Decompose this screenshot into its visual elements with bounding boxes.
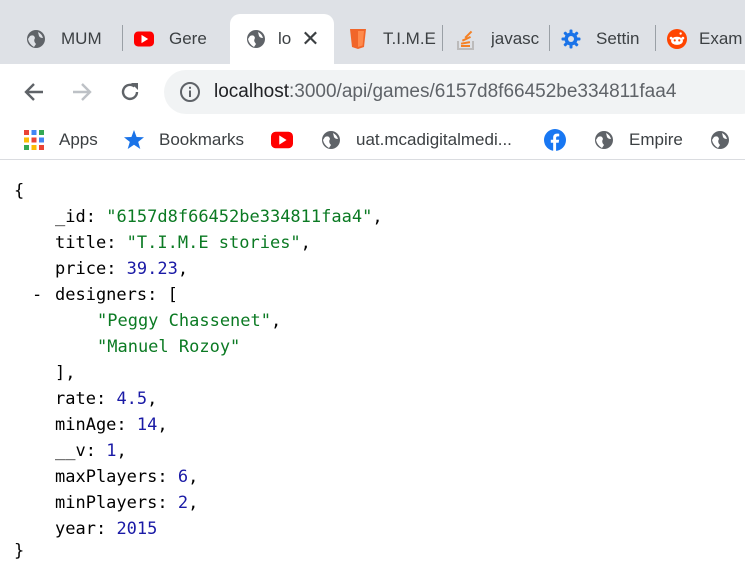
json-string-value: "Manuel Rozoy" (97, 337, 241, 357)
html5-icon (348, 29, 368, 49)
globe-icon (246, 29, 266, 49)
tab-label: MUM (61, 29, 102, 48)
reload-icon (121, 83, 139, 101)
tab-localhost-active[interactable]: lo ✕ (230, 14, 334, 64)
reddit-icon (667, 29, 687, 49)
json-key: price (55, 259, 107, 279)
json-row-year: year: 2015 (55, 519, 158, 539)
json-array-close: ], (55, 363, 76, 383)
bookmark-label: Apps (59, 130, 98, 149)
bookmark-label: Empire (629, 130, 683, 149)
tab-label: Exam (699, 29, 743, 48)
facebook-icon (544, 129, 566, 151)
info-icon[interactable] (179, 81, 201, 103)
json-string-value: "Peggy Chassenet" (97, 311, 271, 331)
bookmarks-bar: Apps Bookmarks uat.mcadigitalmedi... Emp… (0, 120, 745, 160)
json-number-value: 1 (106, 441, 117, 461)
json-row-id: _id: "6157d8f66452be334811faa4", (55, 207, 383, 227)
tab-label: javasc (491, 29, 540, 48)
globe-icon (709, 129, 731, 151)
json-row-v: __v: 1, (55, 441, 127, 461)
bookmark-youtube[interactable] (271, 128, 293, 152)
gear-icon (561, 29, 581, 49)
json-array-item: "Peggy Chassenet", (97, 311, 282, 331)
json-key: designers (55, 285, 148, 305)
json-key: title (55, 233, 107, 253)
json-string-value: "6157d8f66452be334811faa4" (106, 207, 373, 227)
address-bar[interactable]: localhost:3000/api/games/6157d8f66452be3… (164, 70, 745, 114)
youtube-icon (134, 29, 154, 49)
json-row-rate: rate: 4.5, (55, 389, 158, 409)
tab-label: Gere (169, 29, 207, 48)
apps-grid-icon (23, 129, 45, 151)
json-number-value: 6 (177, 467, 189, 487)
close-icon[interactable]: ✕ (301, 28, 319, 50)
tab-label: T.I.M.E (383, 29, 436, 48)
json-key: minAge (55, 415, 117, 435)
stackoverflow-icon (456, 29, 476, 50)
tab-gere[interactable]: Gere (124, 14, 228, 64)
bookmark-uat-mcadigitalmedia[interactable]: uat.mcadigitalmedi... (320, 128, 512, 152)
tab-mum[interactable]: MUM (4, 14, 120, 64)
tab-label: Settin (596, 29, 640, 48)
json-key: _id (55, 207, 86, 227)
bookmark-empire[interactable]: Empire (593, 128, 683, 152)
json-row-price: price: 39.23, (55, 259, 189, 279)
json-array-item: "Manuel Rozoy" (97, 336, 240, 358)
tab-strip: MUM Gere lo ✕ T.I.M.E javasc Settin Exam (0, 0, 745, 64)
json-key: __v (55, 441, 86, 461)
json-row-maxplayers: maxPlayers: 6, (55, 467, 199, 487)
url-path: :3000/api/games/6157d8f66452be334811faa4 (289, 81, 677, 102)
star-icon (123, 129, 145, 151)
json-row-title: title: "T.I.M.E stories", (55, 233, 311, 253)
tab-javascript[interactable]: javasc (444, 14, 548, 64)
arrow-right-icon (73, 83, 92, 101)
json-string-value: "T.I.M.E stories" (126, 233, 301, 253)
json-number-value: 39.23 (126, 259, 178, 279)
json-number-value: 2015 (116, 519, 158, 539)
url-host: localhost (214, 81, 289, 102)
bookmark-label: Bookmarks (159, 130, 245, 149)
json-close-brace: } (14, 541, 25, 561)
json-key: year (55, 519, 96, 539)
json-row-minplayers: minPlayers: 2, (55, 493, 199, 513)
json-key: minPlayers (55, 493, 158, 513)
browser-toolbar: localhost:3000/api/games/6157d8f66452be3… (0, 64, 745, 120)
collapse-toggle[interactable]: - (32, 284, 42, 306)
globe-icon (26, 29, 46, 49)
json-number-value: 14 (136, 415, 158, 435)
youtube-icon (271, 129, 293, 151)
tab-separator (122, 25, 123, 51)
tab-separator (549, 25, 550, 51)
json-number-value: 2 (177, 493, 189, 513)
json-number-value: 4.5 (116, 389, 148, 409)
bookmark-bookmarks[interactable]: Bookmarks (123, 128, 244, 152)
json-row-designers: designers: [ (55, 285, 178, 305)
bookmark-apps[interactable]: Apps (23, 128, 98, 152)
tab-separator (655, 25, 656, 51)
globe-icon (320, 129, 342, 151)
bookmark-facebook[interactable] (544, 128, 566, 152)
bookmark-globe[interactable] (709, 128, 731, 152)
tab-separator (442, 25, 443, 51)
url-text: localhost:3000/api/games/6157d8f66452be3… (214, 81, 676, 103)
json-open-brace: { (14, 181, 25, 201)
tab-settings[interactable]: Settin (551, 14, 655, 64)
back-button[interactable] (20, 78, 48, 106)
json-row-minage: minAge: 14, (55, 415, 168, 435)
json-key: maxPlayers (55, 467, 158, 487)
arrow-left-icon (24, 83, 43, 101)
json-array-open: [ (167, 285, 178, 305)
tab-time[interactable]: T.I.M.E (336, 14, 440, 64)
bookmark-label: uat.mcadigitalmedi... (356, 130, 512, 149)
tab-exam[interactable]: Exam (657, 14, 745, 64)
json-key: rate (55, 389, 96, 409)
globe-icon (593, 129, 615, 151)
tab-label: lo (278, 29, 292, 48)
reload-button[interactable] (116, 78, 144, 106)
forward-button[interactable] (68, 78, 96, 106)
